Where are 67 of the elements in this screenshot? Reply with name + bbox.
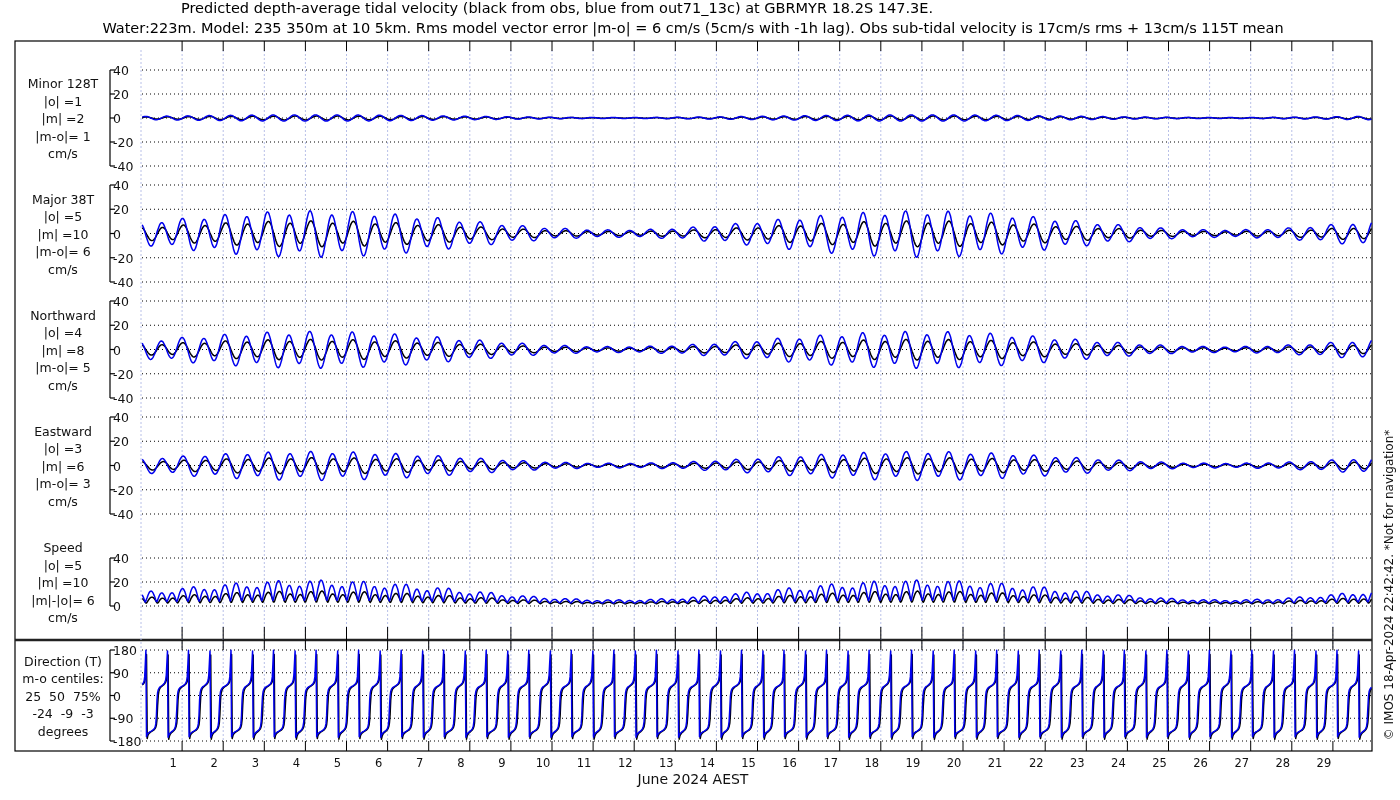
x-tick-label: 11 <box>576 756 592 770</box>
x-tick-label: 2 <box>210 756 218 770</box>
y-tick-label: -20 <box>113 135 134 150</box>
y-tick-label: 0 <box>113 458 121 474</box>
x-axis-title: June 2024 AEST <box>637 771 749 787</box>
y-tick-label: 40 <box>113 178 129 193</box>
x-tick-label: 3 <box>251 756 259 770</box>
y-tick-label: -90 <box>113 711 134 727</box>
y-tick-label: -40 <box>113 275 134 290</box>
y-tick-label: 0 <box>113 342 121 358</box>
y-tick-label: 180 <box>113 643 137 658</box>
y-tick-label: 40 <box>113 63 129 78</box>
y-tick-label: 0 <box>113 226 121 242</box>
x-tick-label: 7 <box>416 756 424 770</box>
y-tick-label: 20 <box>113 87 129 102</box>
panel-label: Major 38T |o| =5 |m| =10 |m-o|= 6 cm/s <box>31 191 95 277</box>
chart-title: Water:223m. Model: 235 350m at 10 5km. Rms model vector error |m-o| = 6 cm/s (5cm/s with -1h lag). Obs sub-tidal velocity is 17cm/s rms + 13cm/s 115T mean <box>102 20 1284 36</box>
x-tick-label: 27 <box>1234 756 1249 770</box>
x-tick-label: 10 <box>535 756 551 770</box>
y-tick-label: 90 <box>113 665 129 681</box>
x-tick-label: 17 <box>823 756 838 770</box>
y-tick-label: -180 <box>113 734 142 749</box>
x-tick-label: 5 <box>333 756 342 770</box>
x-tick-label: 1 <box>169 756 177 770</box>
y-tick-label: -20 <box>113 482 134 498</box>
y-tick-label: 0 <box>113 599 121 614</box>
x-tick-label: 15 <box>741 756 756 770</box>
y-tick-label: 20 <box>113 434 129 450</box>
y-tick-label: -20 <box>113 366 134 382</box>
panel-label: Minor 128T |o| =1 |m| =2 |m-o|= 1 cm/s <box>27 76 99 161</box>
y-tick-label: 20 <box>113 575 129 590</box>
x-tick-label: 29 <box>1316 756 1332 770</box>
y-tick-label: 40 <box>113 410 129 425</box>
x-tick-label: 20 <box>946 756 962 770</box>
y-tick-label: -40 <box>113 391 134 406</box>
x-tick-label: 12 <box>617 756 633 770</box>
x-tick-label: 6 <box>374 756 383 770</box>
x-tick-label: 25 <box>1152 756 1167 770</box>
x-tick-label: 8 <box>457 756 465 770</box>
y-tick-label: 0 <box>113 111 121 126</box>
x-tick-label: 19 <box>905 756 921 770</box>
x-tick-label: 9 <box>498 756 506 770</box>
y-tick-label: -40 <box>113 159 134 174</box>
x-tick-label: 18 <box>864 756 880 770</box>
x-tick-label: 26 <box>1193 756 1208 770</box>
x-tick-label: 21 <box>987 756 1003 770</box>
copyright-note: © IMOS 18-Apr-2024 22:42:42. *Not for navigation* <box>1382 429 1396 741</box>
x-tick-label: 16 <box>782 756 797 770</box>
x-tick-label: 4 <box>292 756 301 770</box>
panel-label: Northward |o| =4 |m| =8 |m-o|= 5 cm/s <box>30 307 96 393</box>
y-tick-label: 20 <box>113 202 129 218</box>
x-tick-label: 22 <box>1028 756 1044 770</box>
y-tick-label: 40 <box>113 551 129 566</box>
x-tick-label: 13 <box>659 756 674 770</box>
panel-label: Eastward |o| =3 |m| =6 |m-o|= 3 cm/s <box>34 423 92 509</box>
y-tick-label: 0 <box>113 688 121 704</box>
y-tick-label: 20 <box>113 318 129 334</box>
x-tick-label: 23 <box>1070 756 1085 770</box>
x-tick-label: 28 <box>1275 756 1291 770</box>
x-tick-label: 24 <box>1111 756 1126 770</box>
panel-label: Speed |o| =5 |m| =10 |m|-|o|= 6 cm/s <box>31 540 95 625</box>
y-tick-label: 40 <box>113 294 129 309</box>
y-tick-label: -40 <box>113 507 134 522</box>
chart-title: Predicted depth-average tidal velocity (black from obs, blue from out71_13c) at GBRMYR 18.2S 147.3E. <box>180 0 934 16</box>
x-tick-label: 14 <box>700 756 715 770</box>
panel-label: Direction (T) m-o centiles: 25 50 75% -24 -9 -3 degrees <box>22 653 104 739</box>
y-tick-label: -20 <box>113 250 134 266</box>
